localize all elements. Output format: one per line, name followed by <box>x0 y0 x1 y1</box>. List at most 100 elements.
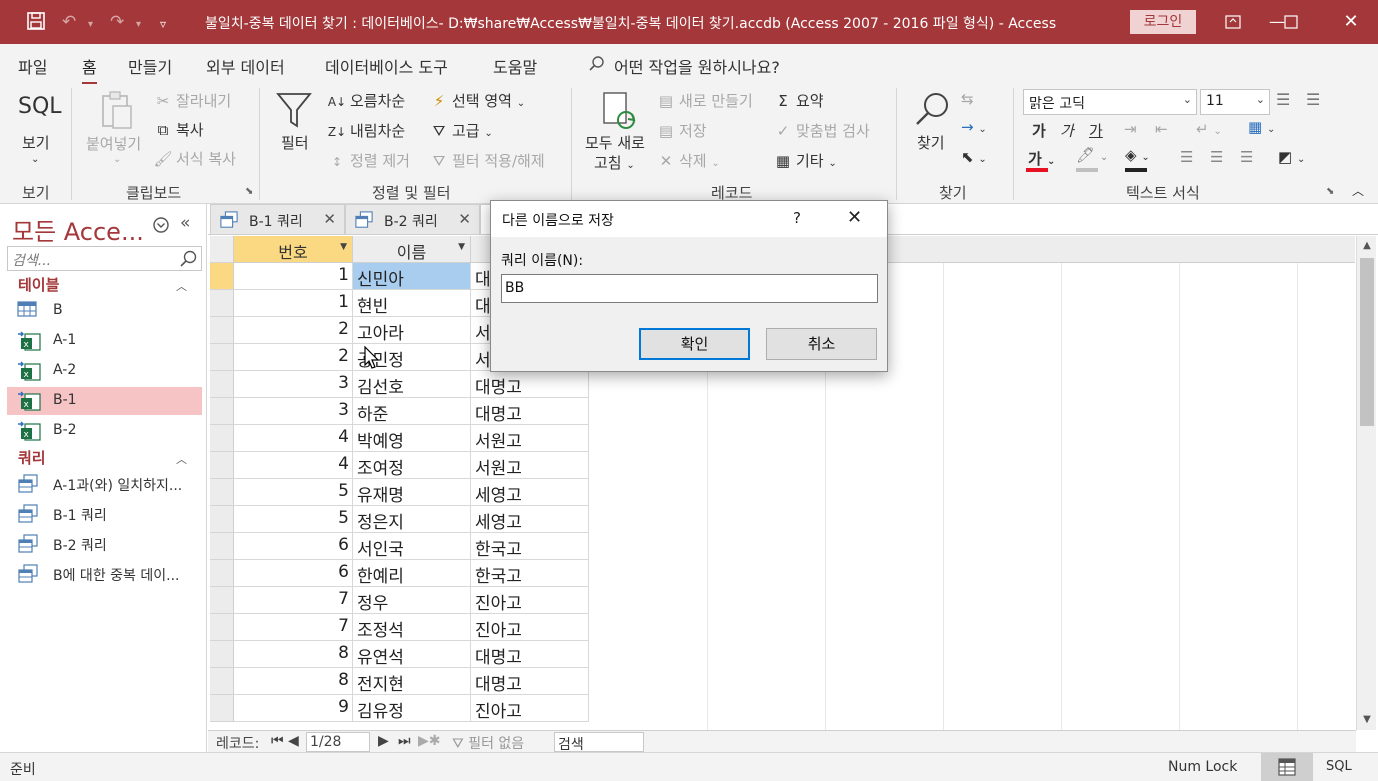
dialog-close-icon[interactable]: ✕ <box>847 207 862 228</box>
text-format-launcher-icon[interactable]: ⬊ <box>1326 186 1334 197</box>
cell-name[interactable]: 조정석 <box>353 614 471 641</box>
nav-section-queries[interactable]: 쿼리 <box>18 447 46 468</box>
underline-button[interactable]: 가 <box>1089 120 1103 141</box>
paste-dropdown-icon[interactable]: ⌄ <box>113 154 121 165</box>
last-record-icon[interactable]: ⏭ <box>398 733 411 749</box>
find-icon[interactable] <box>913 90 953 134</box>
next-record-icon[interactable]: ▶ <box>378 733 389 749</box>
cell-number[interactable]: 4 <box>234 425 353 452</box>
replace-icon[interactable]: ⇆ <box>961 90 974 108</box>
record-selector[interactable] <box>210 290 234 317</box>
toggle-filter-button[interactable]: ⛛ 필터 적용/해제 <box>428 150 545 171</box>
column-header-name[interactable]: 이름 ▼ <box>353 236 471 263</box>
cell-name[interactable]: 한예리 <box>353 560 471 587</box>
numbered-list-icon[interactable]: ☰ <box>1306 90 1320 109</box>
paste-icon[interactable] <box>99 90 135 136</box>
new-blank-record-icon[interactable]: ▶✱ <box>418 733 441 749</box>
nav-item-query-duplicates[interactable]: B에 대한 중복 데이... <box>7 560 202 588</box>
more-button[interactable]: ▦ 기타 ⌄ <box>772 150 837 171</box>
cell-number[interactable]: 1 <box>234 290 353 317</box>
view-button-icon[interactable]: SQL <box>18 94 62 119</box>
nav-item-query-b2[interactable]: B-2 쿼리 <box>7 530 202 558</box>
font-size-select[interactable]: 11 ⌄ <box>1200 89 1270 115</box>
cell-number[interactable]: 8 <box>234 668 353 695</box>
record-selector[interactable] <box>210 668 234 695</box>
tab-help[interactable]: 도움말 <box>493 54 537 78</box>
close-tab-icon[interactable]: ✕ <box>458 210 471 228</box>
customize-qat-icon[interactable]: ▿ <box>160 13 166 35</box>
record-selector[interactable] <box>210 425 234 452</box>
redo-dropdown-icon[interactable]: ▾ <box>136 14 141 36</box>
cell-number[interactable]: 7 <box>234 587 353 614</box>
collapse-ribbon-icon[interactable]: ︿ <box>1352 182 1364 199</box>
cell-name[interactable]: 김유정 <box>353 695 471 722</box>
login-button[interactable]: 로그인 <box>1130 10 1196 34</box>
tab-create[interactable]: 만들기 <box>128 54 172 78</box>
tab-home[interactable]: 홈 <box>82 54 97 85</box>
search-icon[interactable] <box>178 249 198 269</box>
refresh-all-icon[interactable] <box>601 90 637 136</box>
record-selector[interactable] <box>210 506 234 533</box>
column-header-number[interactable]: 번호 ▼ <box>234 236 353 263</box>
nav-menu-icon[interactable] <box>152 216 170 238</box>
record-selector[interactable] <box>210 560 234 587</box>
cell-number[interactable]: 9 <box>234 695 353 722</box>
nav-item-a-1[interactable]: x A-1 <box>7 327 202 355</box>
dialog-help-button[interactable]: ? <box>793 209 801 227</box>
refresh-all-button[interactable]: 모두 새로 <box>585 132 645 153</box>
nav-item-table-b[interactable]: B <box>7 297 202 325</box>
filter-icon[interactable] <box>276 90 312 134</box>
redo-icon[interactable]: ↷ <box>110 11 124 33</box>
nav-pane-title[interactable]: 모든 Acce... <box>12 212 144 247</box>
ok-button[interactable]: 확인 <box>639 328 750 360</box>
cell-name[interactable]: 하준 <box>353 398 471 425</box>
fill-color-button[interactable]: ◈ ⌄ <box>1125 146 1150 172</box>
cell-school[interactable]: 한국고 <box>471 533 589 560</box>
cell-name[interactable]: 전지현 <box>353 668 471 695</box>
record-selector[interactable] <box>210 344 234 371</box>
record-selector[interactable] <box>210 263 234 290</box>
record-selector[interactable] <box>210 587 234 614</box>
remove-sort-button[interactable]: ↕ 정렬 제거 <box>326 150 410 171</box>
doc-tab-b2-query[interactable]: B-2 쿼리 ✕ <box>345 204 480 234</box>
align-center-icon[interactable]: ☰ <box>1210 148 1223 166</box>
cell-name[interactable]: 김선호 <box>353 371 471 398</box>
cell-school[interactable]: 세영고 <box>471 479 589 506</box>
align-right-icon[interactable]: ☰ <box>1240 148 1253 166</box>
chevron-up-icon[interactable]: ︿ <box>176 451 187 467</box>
cut-button[interactable]: ✂ 잘라내기 <box>152 90 232 111</box>
nav-item-query-b1[interactable]: B-1 쿼리 <box>7 500 202 528</box>
font-color-button[interactable]: 가 ⌄ <box>1026 148 1055 172</box>
totals-button[interactable]: Σ 요약 <box>772 90 823 111</box>
cell-number[interactable]: 6 <box>234 533 353 560</box>
paragraph-direction-icon[interactable]: ↵ ⌄ <box>1196 120 1222 138</box>
cell-name[interactable]: 조여정 <box>353 452 471 479</box>
record-selector[interactable] <box>210 695 234 722</box>
cell-number[interactable]: 5 <box>234 506 353 533</box>
clipboard-launcher-icon[interactable]: ⬊ <box>245 186 253 197</box>
spelling-button[interactable]: ✓ 맞춤법 검사 <box>772 120 870 141</box>
cell-school[interactable]: 진아고 <box>471 614 589 641</box>
cell-school[interactable]: 대명고 <box>471 668 589 695</box>
cell-number[interactable]: 1 <box>234 263 353 290</box>
cell-name[interactable]: 정우 <box>353 587 471 614</box>
format-painter-button[interactable]: 🖌 서식 복사 <box>152 148 236 169</box>
sort-dropdown-icon[interactable]: ▼ <box>458 242 465 252</box>
paste-button[interactable]: 붙여넣기 <box>86 133 141 154</box>
cell-name[interactable]: 현빈 <box>353 290 471 317</box>
select-all-corner[interactable] <box>210 236 234 263</box>
goto-icon[interactable]: → ⌄ <box>961 118 987 136</box>
cell-school[interactable]: 대명고 <box>471 371 589 398</box>
delete-record-button[interactable]: ✕ 삭제 ⌄ <box>655 150 720 171</box>
record-selector[interactable] <box>210 641 234 668</box>
cell-school[interactable]: 세영고 <box>471 506 589 533</box>
query-name-input[interactable]: BB <box>501 274 878 303</box>
highlight-button[interactable]: 🖊 ⌄ <box>1076 146 1108 172</box>
doc-tab-b1-query[interactable]: B-1 쿼리 ✕ <box>210 204 345 234</box>
record-selector[interactable] <box>210 317 234 344</box>
tab-external-data[interactable]: 외부 데이터 <box>206 54 285 78</box>
nav-section-tables[interactable]: 테이블 <box>18 274 59 295</box>
nav-item-b-2[interactable]: x B-2 <box>7 417 202 445</box>
tab-database-tools[interactable]: 데이터베이스 도구 <box>325 54 448 78</box>
record-selector[interactable] <box>210 479 234 506</box>
